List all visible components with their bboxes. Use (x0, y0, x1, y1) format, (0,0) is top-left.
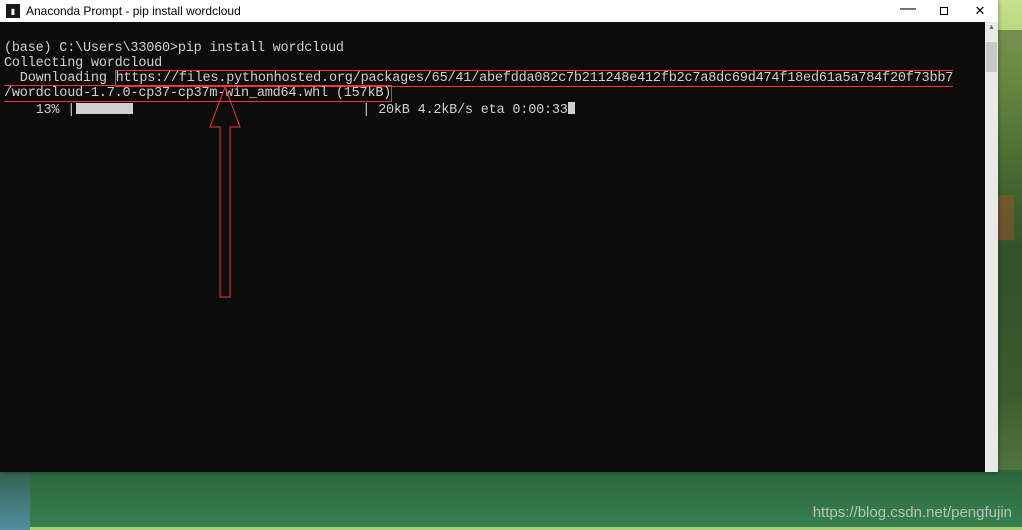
scroll-up-icon[interactable]: ▴ (985, 22, 998, 32)
progress-percent: 13% | (4, 103, 75, 118)
collecting-line: Collecting wordcloud (4, 56, 162, 71)
terminal-scrollbar[interactable]: ▴ (985, 22, 998, 472)
prompt-text: (base) C:\Users\33060> (4, 41, 178, 56)
url-line2: /wordcloud-1.7.0-cp37-cp37m-win_amd64.wh… (4, 86, 391, 101)
anaconda-prompt-window: ▮ Anaconda Prompt - pip install wordclou… (0, 0, 998, 472)
url-line1: https://files.pythonhosted.org/packages/… (116, 71, 954, 86)
close-button[interactable]: ✕ (962, 0, 998, 22)
download-prefix: Downloading (4, 71, 115, 86)
watermark-credit: https://blog.csdn.net/pengfujin (813, 504, 1012, 521)
maximize-button[interactable] (926, 0, 962, 22)
command-text: pip install wordcloud (178, 41, 344, 56)
terminal-cursor (568, 102, 575, 114)
scroll-thumb[interactable] (986, 42, 997, 72)
progress-bar-filled (75, 103, 133, 114)
window-title: Anaconda Prompt - pip install wordcloud (26, 4, 890, 18)
window-titlebar[interactable]: ▮ Anaconda Prompt - pip install wordclou… (0, 0, 998, 22)
progress-stats: | 20kB 4.2kB/s eta 0:00:33 (133, 103, 568, 118)
terminal-output[interactable]: (base) C:\Users\33060>pip install wordcl… (0, 22, 985, 472)
minimize-button[interactable]: — (890, 0, 926, 22)
window-controls: — ✕ (890, 0, 998, 22)
app-icon: ▮ (6, 4, 20, 18)
highlighted-url-box: https://files.pythonhosted.org/packages/… (4, 70, 953, 102)
